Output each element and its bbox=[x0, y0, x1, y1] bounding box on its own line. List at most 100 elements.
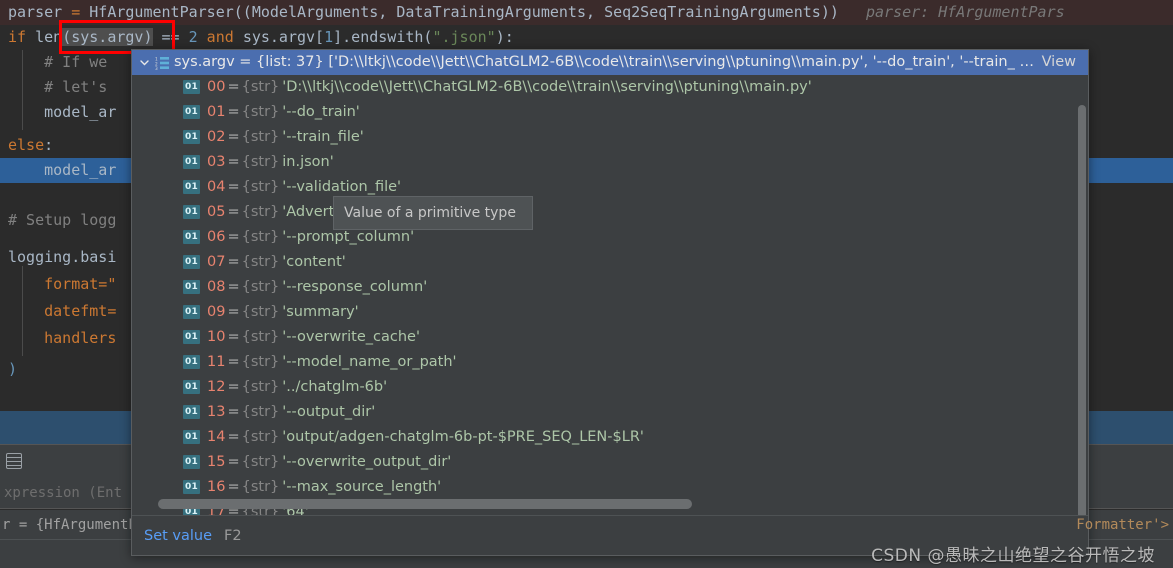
evaluate-result-text: r = {HfArgumentP bbox=[2, 517, 137, 533]
variable-row[interactable]: 01 14 = {str}'output/adgen-chatglm-6b-pt-$P… bbox=[132, 425, 1088, 450]
variable-type: {str} bbox=[241, 404, 280, 420]
csdn-watermark: CSDN @愚昧之山绝望之谷开悟之坡 bbox=[871, 546, 1155, 566]
variable-type: {str} bbox=[241, 354, 280, 370]
indent-guide bbox=[22, 266, 23, 356]
table-view-icon[interactable] bbox=[6, 453, 22, 469]
variable-value: '--model_name_or_path' bbox=[282, 354, 457, 370]
variable-row[interactable]: 01 09 = {str}'summary' bbox=[132, 300, 1088, 325]
variable-row[interactable]: 01 16 = {str} '--max_source_length' bbox=[132, 475, 1088, 500]
variable-row[interactable]: 01 01 = {str} '--do_train' bbox=[132, 100, 1088, 125]
primitive-type-icon: 01 bbox=[183, 80, 200, 94]
variable-value: '--overwrite_cache' bbox=[282, 329, 420, 345]
variable-index: 15 bbox=[207, 454, 226, 470]
equals-sign: = bbox=[227, 204, 240, 220]
variable-type: {str} bbox=[241, 279, 280, 295]
variable-value: '--do_train' bbox=[282, 104, 360, 120]
variable-row[interactable]: 01 02 = {str} '--train_file' bbox=[132, 125, 1088, 150]
code-token: DataTrainingArguments bbox=[396, 3, 586, 21]
variable-row[interactable]: 01 06 = {str} '--prompt_column' bbox=[132, 225, 1088, 250]
equals-sign: = bbox=[227, 379, 240, 395]
variable-value: '--output_dir' bbox=[282, 404, 376, 420]
variable-value: 'output/adgen-chatglm-6b-pt-$PRE_SEQ_LEN… bbox=[282, 429, 644, 445]
equals-sign: = bbox=[227, 179, 240, 195]
variable-row[interactable]: 0105={str}'AdvertiseGen/dev.json' bbox=[132, 200, 1088, 225]
equals-sign: = bbox=[227, 129, 240, 145]
code-token: (( bbox=[233, 3, 252, 21]
code-line: parser = HfArgumentParser((ModelArgument… bbox=[0, 0, 1173, 25]
primitive-type-icon: 01 bbox=[183, 205, 200, 219]
variable-index: 01 bbox=[207, 104, 226, 120]
variable-index: 07 bbox=[207, 254, 226, 270]
variable-row[interactable]: 01 08 = {str} '--response_column' bbox=[132, 275, 1088, 300]
code-token: if bbox=[8, 28, 36, 46]
view-link[interactable]: View bbox=[1042, 50, 1088, 75]
equals-sign: = bbox=[227, 454, 240, 470]
variable-row[interactable]: 01 15 = {str} '--overwrite_output_dir' bbox=[132, 450, 1088, 475]
primitive-type-icon: 01 bbox=[183, 155, 200, 169]
primitive-type-tooltip: Value of a primitive type bbox=[333, 196, 533, 230]
variable-row-text: 10 = {str} '--overwrite_cache' bbox=[180, 325, 420, 350]
ordered-list-icon: 1 2 3 bbox=[152, 50, 172, 75]
variable-row-text: 09 = {str}'summary' bbox=[180, 300, 359, 325]
code-token: ): bbox=[495, 28, 514, 46]
vertical-scrollbar-thumb[interactable] bbox=[1078, 105, 1086, 540]
code-token: ModelArguments bbox=[251, 3, 379, 21]
equals-sign: = bbox=[227, 104, 240, 120]
equals-sign: = bbox=[227, 479, 240, 495]
variable-row-text: 00 = {str} 'D:\\ltkj\\code\\Jett\\ChatGLM2-… bbox=[180, 75, 812, 100]
code-token: sys.argv[ bbox=[242, 28, 325, 46]
variable-type: {str} bbox=[241, 479, 280, 495]
variable-value: '../chatglm-6b' bbox=[282, 379, 388, 395]
primitive-type-icon: 01 bbox=[183, 180, 200, 194]
set-value-link[interactable]: Set value bbox=[144, 528, 212, 544]
code-token: , bbox=[586, 3, 605, 21]
equals-sign: = bbox=[227, 254, 240, 270]
variable-type: {str} bbox=[241, 104, 280, 120]
variable-row-text: 07 = {str}'content' bbox=[180, 250, 346, 275]
indent-guide bbox=[22, 50, 23, 130]
variable-type: {str} bbox=[241, 204, 280, 220]
variable-type: {str} bbox=[241, 304, 280, 320]
variable-index: 00 bbox=[207, 79, 226, 95]
variable-row[interactable]: 01 11 = {str} '--model_name_or_path' bbox=[132, 350, 1088, 375]
equals-sign: = bbox=[227, 329, 240, 345]
debugger-inspect-popup[interactable]: 1 2 3 sys.argv = {list: 37} ['D:\\ltkj\\… bbox=[131, 49, 1089, 556]
popup-header-expression: sys.argv = {list: 37} ['D:\\ltkj\\code\\… bbox=[174, 54, 1034, 70]
variable-index: 10 bbox=[207, 329, 226, 345]
variable-row[interactable]: 01 12 = {str} '../chatglm-6b' bbox=[132, 375, 1088, 400]
primitive-type-icon: 01 bbox=[183, 355, 200, 369]
code-token: )) bbox=[820, 3, 839, 21]
popup-list-body[interactable]: 01 00 = {str} 'D:\\ltkj\\code\\Jett\\ChatGLM… bbox=[132, 75, 1088, 515]
primitive-type-icon: 01 bbox=[183, 105, 200, 119]
code-token: ) bbox=[8, 360, 18, 378]
code-token: len bbox=[35, 28, 63, 46]
popup-header-row[interactable]: 1 2 3 sys.argv = {list: 37} ['D:\\ltkj\\… bbox=[132, 50, 1088, 75]
variable-index: 16 bbox=[207, 479, 226, 495]
variable-value: 'D:\\ltkj\\code\\Jett\\ChatGLM2-6B\\code… bbox=[282, 79, 812, 95]
variable-row[interactable]: 01 13 = {str} '--output_dir' bbox=[132, 400, 1088, 425]
variable-row[interactable]: 01 00 = {str} 'D:\\ltkj\\code\\Jett\\ChatGLM… bbox=[132, 75, 1088, 100]
code-token: 1 bbox=[324, 28, 334, 46]
variable-row[interactable]: 01 07 = {str}'content' bbox=[132, 250, 1088, 275]
variable-row[interactable]: 01 03 = {str} in.json' bbox=[132, 150, 1088, 175]
vertical-scrollbar-track[interactable] bbox=[1076, 75, 1088, 540]
chevron-down-icon[interactable] bbox=[136, 50, 152, 75]
variable-list: 01 00 = {str} 'D:\\ltkj\\code\\Jett\\ChatGLM… bbox=[132, 75, 1088, 515]
code-token: HfArgumentParser bbox=[89, 3, 234, 21]
variable-index: 13 bbox=[207, 404, 226, 420]
equals-sign: = bbox=[227, 429, 240, 445]
variable-value: '--max_source_length' bbox=[282, 479, 442, 495]
variable-type: {str} bbox=[241, 129, 280, 145]
code-token: datefmt= bbox=[8, 302, 117, 320]
horizontal-scrollbar-thumb[interactable] bbox=[158, 499, 692, 509]
variable-index: 11 bbox=[207, 354, 226, 370]
variable-row[interactable]: 01 10 = {str} '--overwrite_cache' bbox=[132, 325, 1088, 350]
variable-index: 02 bbox=[207, 129, 226, 145]
variable-type: {str} bbox=[241, 454, 280, 470]
equals-sign: = bbox=[227, 304, 240, 320]
variable-row[interactable]: 01 04 = {str} '--validation_file' bbox=[132, 175, 1088, 200]
variable-type: {str} bbox=[241, 154, 280, 170]
code-token: else bbox=[8, 136, 45, 154]
code-token: model_ar bbox=[8, 161, 117, 179]
variable-index: 09 bbox=[207, 304, 226, 320]
